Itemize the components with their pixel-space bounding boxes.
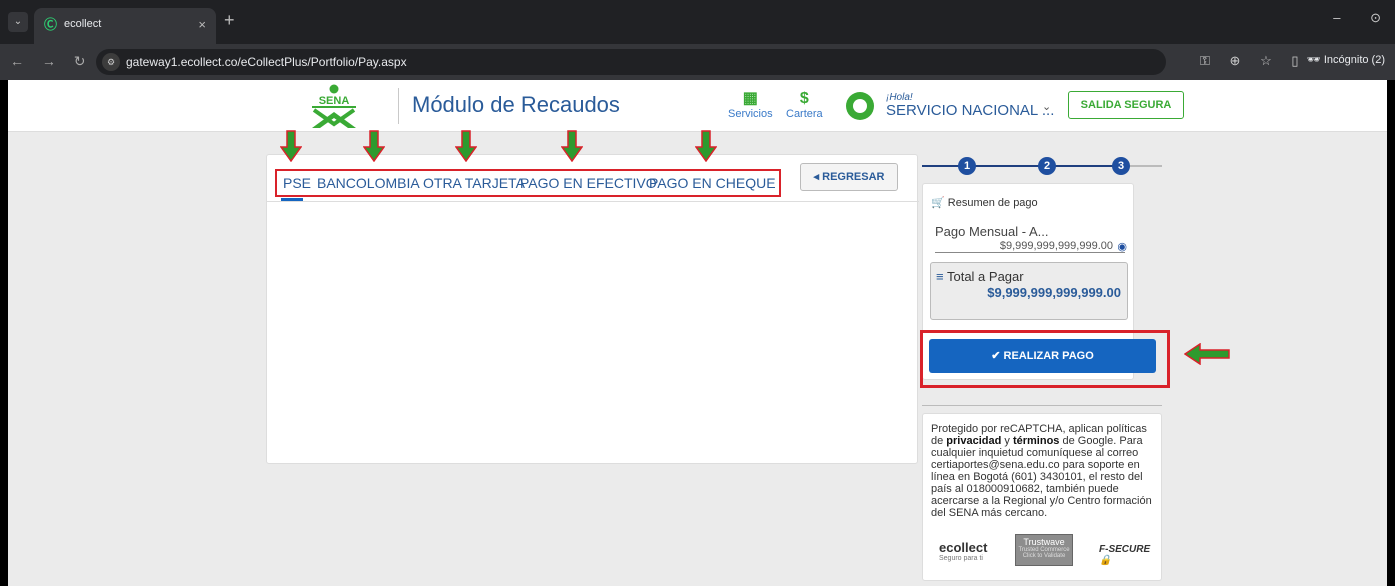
wallet-label: Cartera xyxy=(786,108,823,120)
back-arrow-icon[interactable]: ← xyxy=(10,53,24,69)
zoom-icon[interactable]: ⊕ xyxy=(1230,53,1241,68)
tab-pago-en-cheque[interactable]: PAGO EN CHEQUE xyxy=(649,175,776,191)
tab-bancolombia[interactable]: BANCOLOMBIA xyxy=(317,175,420,191)
svg-text:SENA: SENA xyxy=(319,95,350,107)
summary-heading: 🛒 Resumen de pago xyxy=(931,196,1038,209)
tabs-divider xyxy=(267,201,919,202)
grid-icon: ▦ xyxy=(742,90,758,107)
lock-icon: 🔒 xyxy=(1099,555,1112,566)
step-1: 1 xyxy=(958,157,976,175)
section-divider xyxy=(922,405,1162,406)
annotation-arrow-down-icon xyxy=(280,130,302,162)
tab-pago-en-efectivo[interactable]: PAGO EN EFECTIVO xyxy=(520,175,657,191)
forward-arrow-icon[interactable]: → xyxy=(42,53,56,69)
total-value: $9,999,999,999,999.00 xyxy=(987,285,1121,300)
summary-heading-text: Resumen de pago xyxy=(947,197,1038,209)
summary-item-name: Pago Mensual - A... xyxy=(935,224,1049,239)
user-name: SERVICIO NACIONAL ... xyxy=(886,102,1055,119)
incognito-icon: 🕶 xyxy=(1306,54,1321,66)
navigation-buttons: ← → ↻ xyxy=(10,53,100,70)
reload-icon[interactable]: ↻ xyxy=(74,53,86,69)
page-title: Módulo de Recaudos xyxy=(412,92,620,117)
trustwave-badge-click: Click to Validate xyxy=(1022,553,1066,559)
stepper-line xyxy=(1050,165,1116,167)
browser-tools: ⚿ ⊕ ☆ ▯ xyxy=(1200,53,1315,69)
step-2: 2 xyxy=(1038,157,1056,175)
services-label: Servicios xyxy=(728,108,773,120)
incognito-indicator[interactable]: 🕶 Incógnito (2) xyxy=(1307,53,1385,66)
checkout-stepper: 1 2 3 xyxy=(922,156,1162,176)
trust-badges: ecollect Seguro para ti Trustwave Truste… xyxy=(931,534,1157,574)
header-divider xyxy=(398,88,399,124)
annotation-arrow-down-icon xyxy=(561,130,583,162)
ecollect-badge-sub: Seguro para ti xyxy=(939,555,983,562)
bookmark-star-icon[interactable]: ☆ xyxy=(1260,53,1272,68)
key-icon[interactable]: ⚿ xyxy=(1200,53,1210,68)
summary-item-amount: $9,999,999,999,999.00 xyxy=(999,240,1113,252)
total-label-row: ≡ Total a Pagar xyxy=(936,269,1024,284)
page-viewport: SENA Módulo de Recaudos ▦ Servicios $ Ca… xyxy=(8,80,1387,586)
browser-toolbar: ← → ↻ ⚙ gateway1.ecollect.co/eCollectPlu… xyxy=(0,44,1395,80)
incognito-label: Incógnito (2) xyxy=(1323,54,1385,66)
f-secure-badge-text: F-SECURE xyxy=(1099,544,1151,555)
stepper-line xyxy=(922,165,962,167)
ecollect-badge-text: ecollect xyxy=(939,540,988,555)
address-bar[interactable]: ⚙ gateway1.ecollect.co/eCollectPlus/Port… xyxy=(96,49,1166,75)
tab-otra-tarjeta[interactable]: OTRA TARJETA xyxy=(423,175,525,191)
f-secure-badge: F-SECURE 🔒 xyxy=(1099,544,1157,566)
back-label: REGRESAR xyxy=(822,171,885,183)
back-circle-icon: ◂ xyxy=(813,171,820,183)
total-box: ≡ Total a Pagar $9,999,999,999,999.00 xyxy=(930,262,1128,320)
dollar-icon: $ xyxy=(799,90,809,107)
back-button[interactable]: ◂ REGRESAR xyxy=(800,163,898,191)
tab-title: ecollect xyxy=(64,18,102,30)
ecollect-badge: ecollect Seguro para ti xyxy=(939,540,987,562)
new-tab-button[interactable]: + xyxy=(224,10,235,31)
tab-close-icon[interactable]: × xyxy=(198,17,206,32)
browser-tab-bar: ⌄ Ⓒ ecollect × + – ⊙ xyxy=(0,0,1395,44)
pay-button[interactable]: ✔ REALIZAR PAGO xyxy=(929,339,1156,373)
site-header: SENA Módulo de Recaudos ▦ Servicios $ Ca… xyxy=(8,80,1387,132)
sena-logo: SENA xyxy=(312,84,356,128)
minimize-button[interactable]: – xyxy=(1333,10,1340,25)
services-link[interactable]: ▦ Servicios xyxy=(728,90,773,120)
side-panel-icon[interactable]: ▯ xyxy=(1291,53,1298,68)
annotation-arrow-left-icon xyxy=(1184,343,1230,365)
tab-pse[interactable]: PSE xyxy=(283,175,311,191)
annotation-arrow-down-icon xyxy=(363,130,385,162)
eye-icon[interactable]: ◉ xyxy=(1117,240,1127,253)
trustwave-badge-text: Trustwave xyxy=(1023,537,1065,547)
privacy-link[interactable]: privacidad xyxy=(946,435,1001,447)
annotation-arrow-down-icon xyxy=(455,130,477,162)
list-icon: ≡ xyxy=(936,269,944,284)
recaptcha-info-box: Protegido por reCAPTCHA, aplican polític… xyxy=(922,413,1162,581)
terms-link[interactable]: términos xyxy=(1013,435,1059,447)
payment-methods-highlight: PSE BANCOLOMBIA OTRA TARJETA PAGO EN EFE… xyxy=(275,169,781,197)
cart-icon: 🛒 xyxy=(931,197,945,209)
recaptcha-info-text: Protegido por reCAPTCHA, aplican polític… xyxy=(931,423,1157,519)
url-text: gateway1.ecollect.co/eCollectPlus/Portfo… xyxy=(126,55,407,69)
chevron-down-icon: ⌄ xyxy=(1042,101,1052,113)
ecollect-favicon-icon: Ⓒ xyxy=(44,17,58,32)
info-text-3: de Google. Para cualquier inquietud comu… xyxy=(931,435,1152,519)
logout-button[interactable]: SALIDA SEGURA xyxy=(1068,91,1184,119)
site-info-icon[interactable]: ⚙ xyxy=(102,53,120,71)
stepper-line xyxy=(970,165,1042,167)
window-controls: – ⊙ xyxy=(1307,10,1381,26)
info-text-2: y xyxy=(1001,435,1013,447)
user-avatar-icon xyxy=(846,92,874,120)
pay-button-label: REALIZAR PAGO xyxy=(1003,350,1094,362)
browser-tab[interactable]: Ⓒ ecollect × xyxy=(34,8,216,44)
annotation-arrow-down-icon xyxy=(695,130,717,162)
summary-item-amount-row: $9,999,999,999,999.00 ◉ xyxy=(935,240,1127,253)
restore-button[interactable]: ⊙ xyxy=(1370,10,1381,25)
payment-method-card: PSE BANCOLOMBIA OTRA TARJETA PAGO EN EFE… xyxy=(266,154,919,464)
total-label: Total a Pagar xyxy=(946,269,1024,284)
check-circle-icon: ✔ xyxy=(991,350,1001,362)
tab-search-button[interactable]: ⌄ xyxy=(8,12,28,32)
step-3: 3 xyxy=(1112,157,1130,175)
wallet-link[interactable]: $ Cartera xyxy=(786,90,823,120)
trustwave-badge[interactable]: Trustwave Trusted Commerce Click to Vali… xyxy=(1015,534,1073,566)
